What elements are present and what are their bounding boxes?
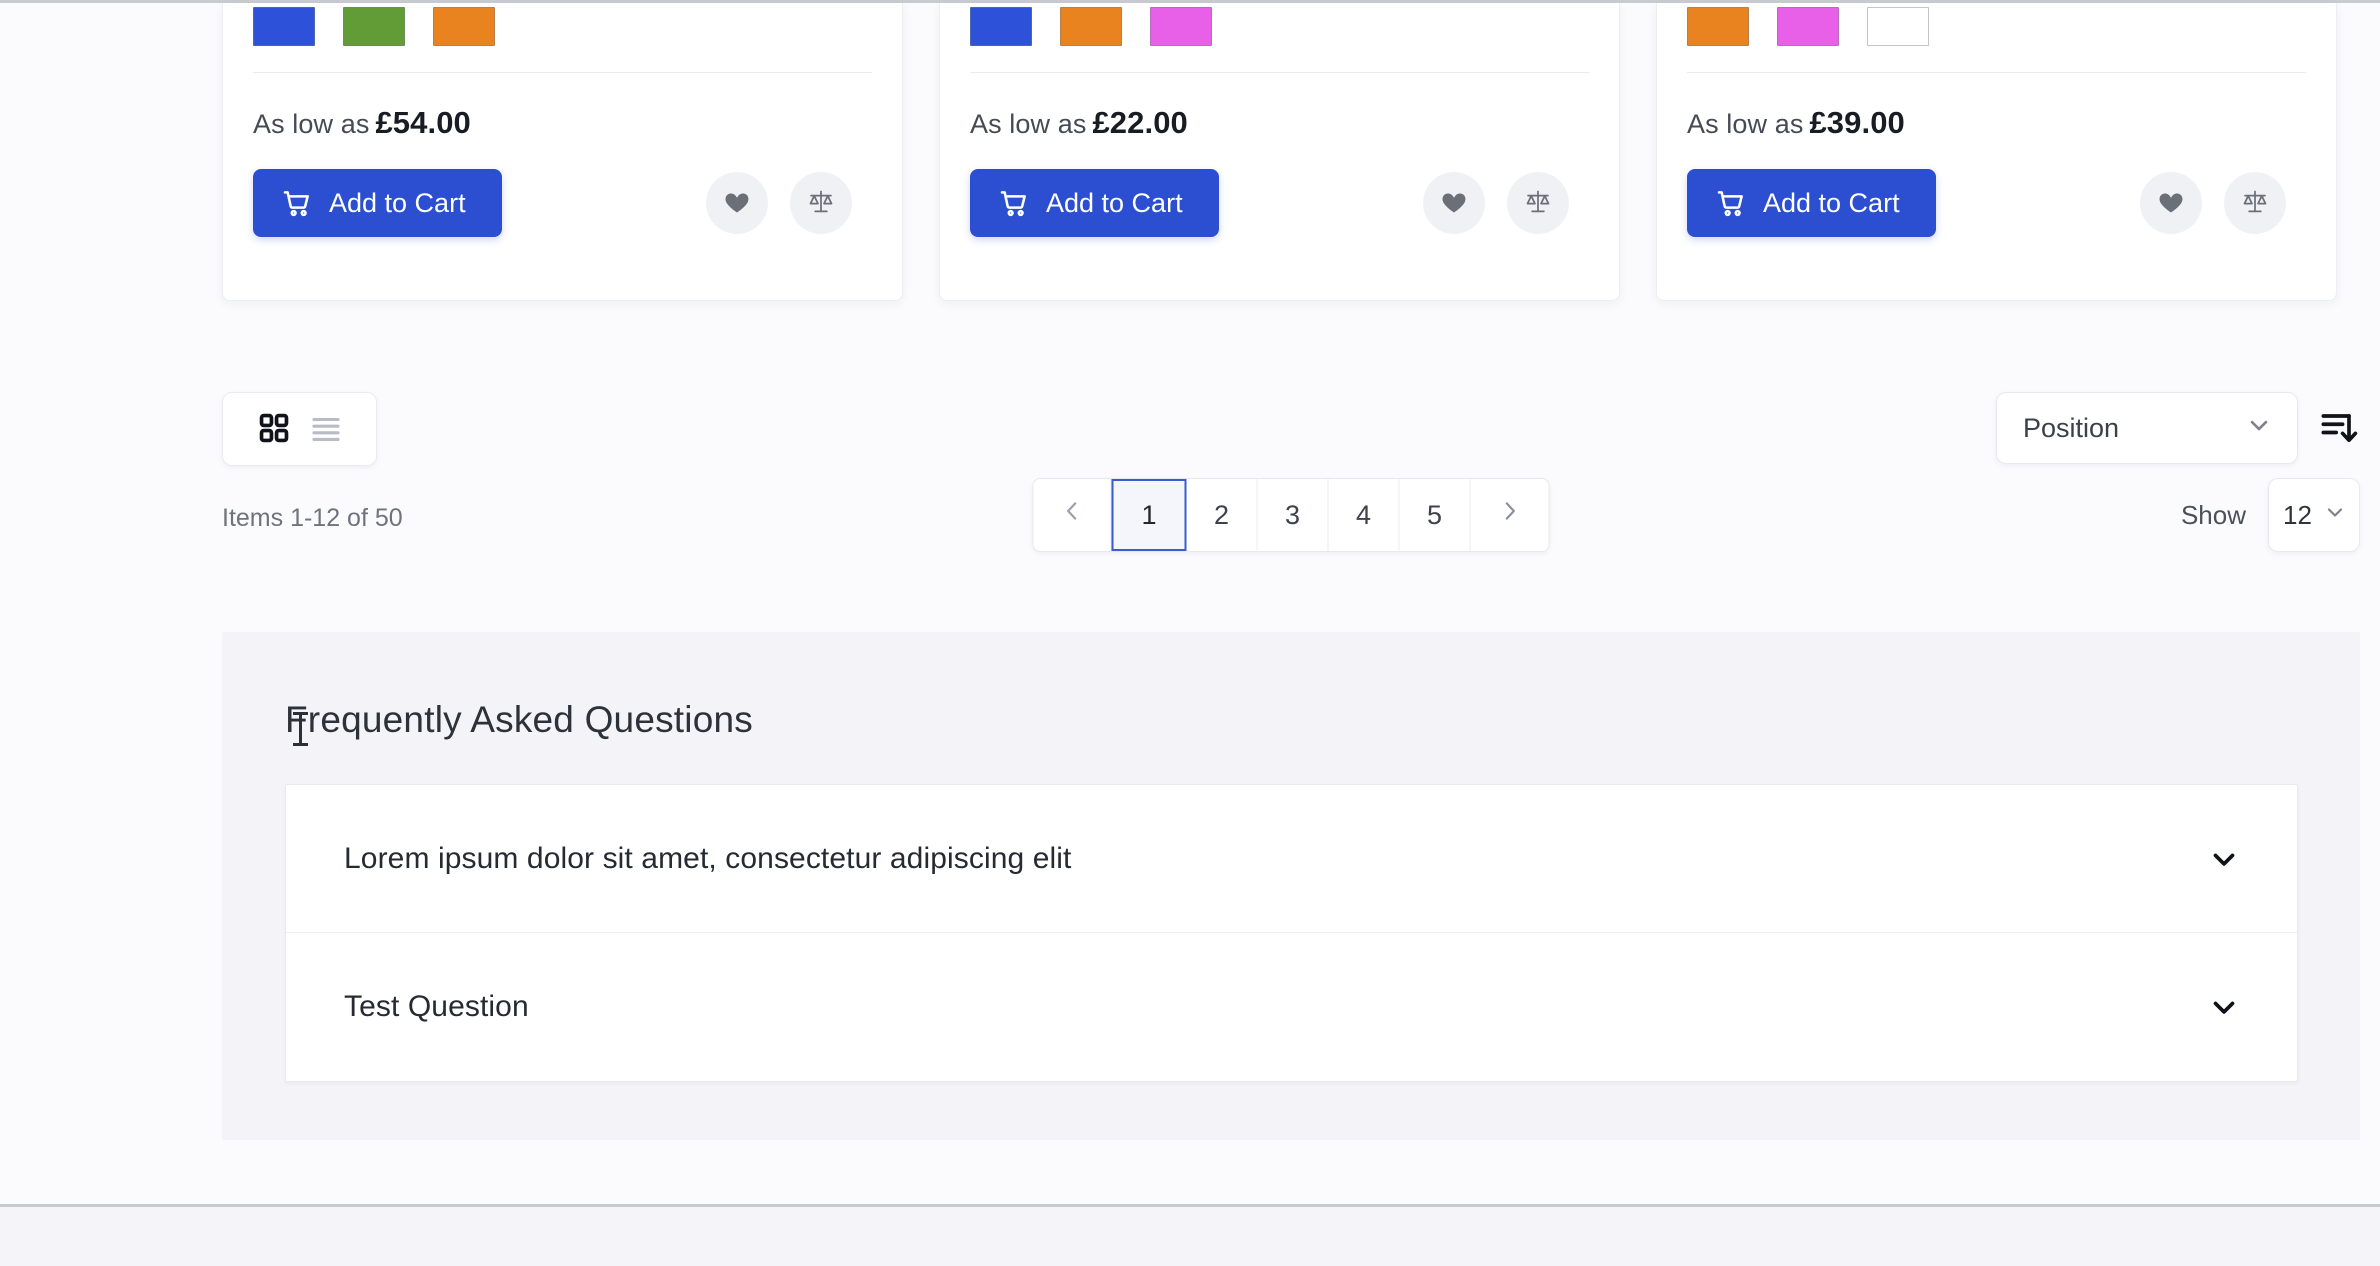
heart-icon [2157,188,2185,219]
limiter-select[interactable]: 12 [2268,478,2360,552]
add-to-wishlist-button[interactable] [2140,172,2202,234]
faq-accordion: Lorem ipsum dolor sit amet, consectetur … [285,784,2298,1082]
faq-question: Lorem ipsum dolor sit amet, consectetur … [344,841,1072,875]
add-to-cart-button[interactable]: Add to Cart [1687,169,1936,237]
chevron-down-icon [2323,500,2347,531]
add-to-wishlist-button[interactable] [706,172,768,234]
sort-by-select[interactable]: Position [1996,392,2298,464]
pagination-next[interactable] [1470,479,1549,551]
list-view-button[interactable] [309,411,343,448]
product-price: As low as £54.00 [253,73,872,141]
color-swatch[interactable] [1687,7,1749,46]
price-amount: £54.00 [375,105,471,140]
secondary-actions [706,172,852,234]
limiter-label: Show [2180,499,2246,530]
sort-by-value: Position [2023,412,2120,443]
pagination-page-4[interactable]: 4 [1328,479,1400,551]
grid-view-icon [257,411,291,448]
card-actions: Add to Cart [970,169,1589,237]
pagination-page-2[interactable]: 2 [1186,479,1258,551]
limiter: Show 12 [2181,478,2360,552]
color-swatch[interactable] [970,7,1032,46]
products-toolbar: Position [222,392,2360,470]
footer-strip [0,1207,2380,1266]
shopping-cart-icon [998,187,1030,219]
sorter: Position [1996,392,2360,464]
color-swatch[interactable] [433,7,495,46]
color-swatch[interactable] [1867,7,1929,46]
add-to-cart-button[interactable]: Add to Cart [970,169,1219,237]
shopping-cart-icon [281,187,313,219]
toolbar-amount: Items 1-12 of 50 [222,504,403,532]
add-to-compare-button[interactable] [1507,172,1569,234]
color-swatch[interactable] [1150,7,1212,46]
card-actions: Add to Cart [253,169,872,237]
faq-title: Frequently Asked Questions [285,699,753,740]
pagination-row: Items 1-12 of 50 1 2 3 4 5 Show 12 [222,478,2360,572]
chevron-left-icon [1059,498,1085,532]
chevron-down-icon[interactable] [2207,842,2241,876]
faq-question: Test Question [344,990,529,1023]
secondary-actions [1423,172,1569,234]
product-grid: As low as £54.00 Add to Cart As low as £… [222,3,2360,301]
price-prefix-label: As low as [970,109,1087,139]
price-prefix-label: As low as [1687,109,1804,139]
color-swatch[interactable] [343,7,405,46]
pagination: 1 2 3 4 5 [1032,478,1550,552]
heart-icon [1440,188,1468,219]
product-card[interactable]: As low as £22.00 Add to Cart [939,3,1620,301]
sort-descending-icon [2316,405,2360,452]
product-card[interactable]: As low as £39.00 Add to Cart [1656,3,2337,301]
shopping-cart-icon [1715,187,1747,219]
limiter-value: 12 [2283,499,2312,530]
list-view-icon [309,411,343,448]
heart-icon [723,188,751,219]
price-prefix-label: As low as [253,109,370,139]
sort-direction-button[interactable] [2316,405,2360,452]
chevron-right-icon [1497,498,1523,532]
chevron-down-icon[interactable] [2207,990,2241,1024]
secondary-actions [2140,172,2286,234]
scales-icon [1524,188,1552,219]
grid-view-button[interactable] [257,411,291,448]
add-to-wishlist-button[interactable] [1423,172,1485,234]
swatch-row [970,3,1589,57]
add-to-cart-label: Add to Cart [1763,187,1900,218]
pagination-page-5[interactable]: 5 [1399,479,1471,551]
pagination-page-1[interactable]: 1 [1111,479,1187,551]
chevron-down-icon [2245,411,2273,446]
scales-icon [2241,188,2269,219]
view-mode-switcher [222,392,377,466]
color-swatch[interactable] [253,7,315,46]
price-amount: £22.00 [1092,105,1188,140]
product-price: As low as £39.00 [1687,73,2306,141]
add-to-compare-button[interactable] [790,172,852,234]
add-to-compare-button[interactable] [2224,172,2286,234]
faq-item[interactable]: Test Question [286,933,2297,1081]
swatch-row [253,3,872,57]
card-actions: Add to Cart [1687,169,2306,237]
product-card[interactable]: As low as £54.00 Add to Cart [222,3,903,301]
add-to-cart-label: Add to Cart [329,187,466,218]
pagination-page-3[interactable]: 3 [1257,479,1329,551]
page-viewport: As low as £54.00 Add to Cart As low as £… [0,0,2380,1266]
product-price: As low as £22.00 [970,73,1589,141]
color-swatch[interactable] [1777,7,1839,46]
add-to-cart-label: Add to Cart [1046,187,1183,218]
scales-icon [807,188,835,219]
faq-section: Frequently Asked Questions Lorem ipsum d… [222,632,2360,1140]
pagination-previous[interactable] [1033,479,1112,551]
swatch-row [1687,3,2306,57]
add-to-cart-button[interactable]: Add to Cart [253,169,502,237]
faq-item[interactable]: Lorem ipsum dolor sit amet, consectetur … [286,785,2297,933]
price-amount: £39.00 [1809,105,1905,140]
color-swatch[interactable] [1060,7,1122,46]
